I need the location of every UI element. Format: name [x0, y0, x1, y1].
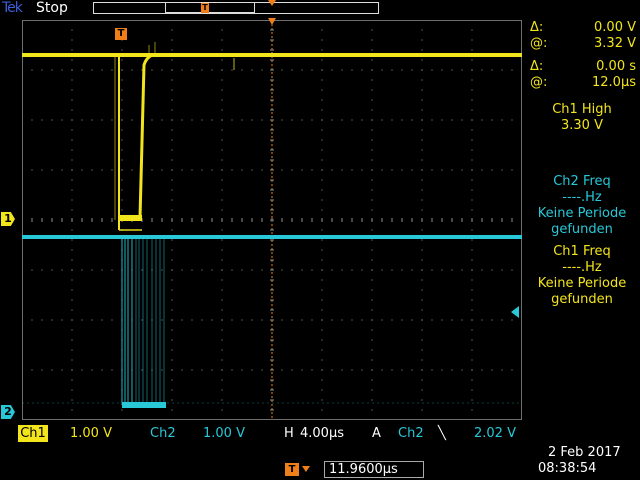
meas-ch1-freq-label: Ch1 Freq: [553, 244, 611, 259]
record-view-window: [165, 3, 255, 13]
meas-ch1-freq-value: ----.Hz: [562, 260, 602, 275]
ch1-label[interactable]: Ch1: [18, 425, 48, 442]
ch1-volts-per-div: 1.00 V: [70, 426, 112, 441]
at-t-value: 12.0µs: [592, 75, 636, 90]
meas-ch2-note-1: Keine Periode: [537, 206, 627, 221]
cursor-delta-v: Δ: 0.00 V: [528, 20, 638, 36]
at-t-symbol: @:: [530, 75, 548, 90]
delta-v-value: 0.00 V: [594, 20, 636, 35]
horizontal-label: H: [284, 426, 294, 441]
ch2-label[interactable]: Ch2: [150, 425, 176, 442]
meas-ch1-note-1: Keine Periode: [537, 276, 627, 291]
record-trigger-icon: T: [201, 3, 209, 13]
ch2-burst-lines: [121, 239, 165, 405]
delta-t-symbol: Δ:: [530, 59, 544, 74]
ch2-volts-per-div: 1.00 V: [203, 426, 245, 441]
trigger-level-arrow-icon[interactable]: [511, 306, 519, 318]
ch2-ground-marker[interactable]: 2: [1, 405, 15, 419]
graticule-grid: [31, 20, 513, 418]
meas-ch1-high-value: 3.30 V: [561, 118, 603, 133]
delta-t-value: 0.00 s: [596, 59, 636, 74]
trigger-position-arrow-icon: [302, 466, 310, 472]
meas-ch2-freq-value: ----.Hz: [562, 190, 602, 205]
cursor-at-v: @: 3.32 V: [528, 36, 638, 52]
cursor-delta-t: Δ: 0.00 s: [528, 59, 638, 75]
trigger-position-readout: 11.9600µs: [324, 461, 424, 478]
horizontal-position-arrow-icon[interactable]: [268, 18, 276, 25]
date-readout: 2 Feb 2017: [548, 445, 621, 460]
falling-edge-icon: ╲: [438, 426, 446, 441]
meas-ch2-note-2: gefunden: [551, 222, 613, 237]
horizontal-time-per-div: 4.00µs: [300, 426, 344, 441]
meas-ch2-freq-label: Ch2 Freq: [553, 174, 611, 189]
waveform-display[interactable]: [22, 20, 522, 420]
time-readout: 08:38:54: [538, 461, 597, 476]
cursor-at-t: @: 12.0µs: [528, 75, 638, 91]
meas-ch1-note-2: gefunden: [551, 292, 613, 307]
trigger-label: A: [372, 426, 381, 441]
trigger-position-icon-bottom: T: [285, 463, 299, 476]
brand-logo: Tek: [2, 0, 23, 16]
at-v-value: 3.32 V: [594, 36, 636, 51]
record-center-arrow-icon: [268, 0, 276, 6]
trigger-source: Ch2: [398, 426, 424, 441]
at-v-symbol: @:: [530, 36, 548, 51]
acquisition-status: Stop: [36, 0, 68, 16]
trigger-position-icon[interactable]: T: [115, 28, 127, 40]
ch1-ground-marker[interactable]: 1: [1, 212, 15, 226]
meas-ch1-high-label: Ch1 High: [552, 102, 612, 117]
delta-v-symbol: Δ:: [530, 20, 544, 35]
trigger-level: 2.02 V: [474, 426, 516, 441]
